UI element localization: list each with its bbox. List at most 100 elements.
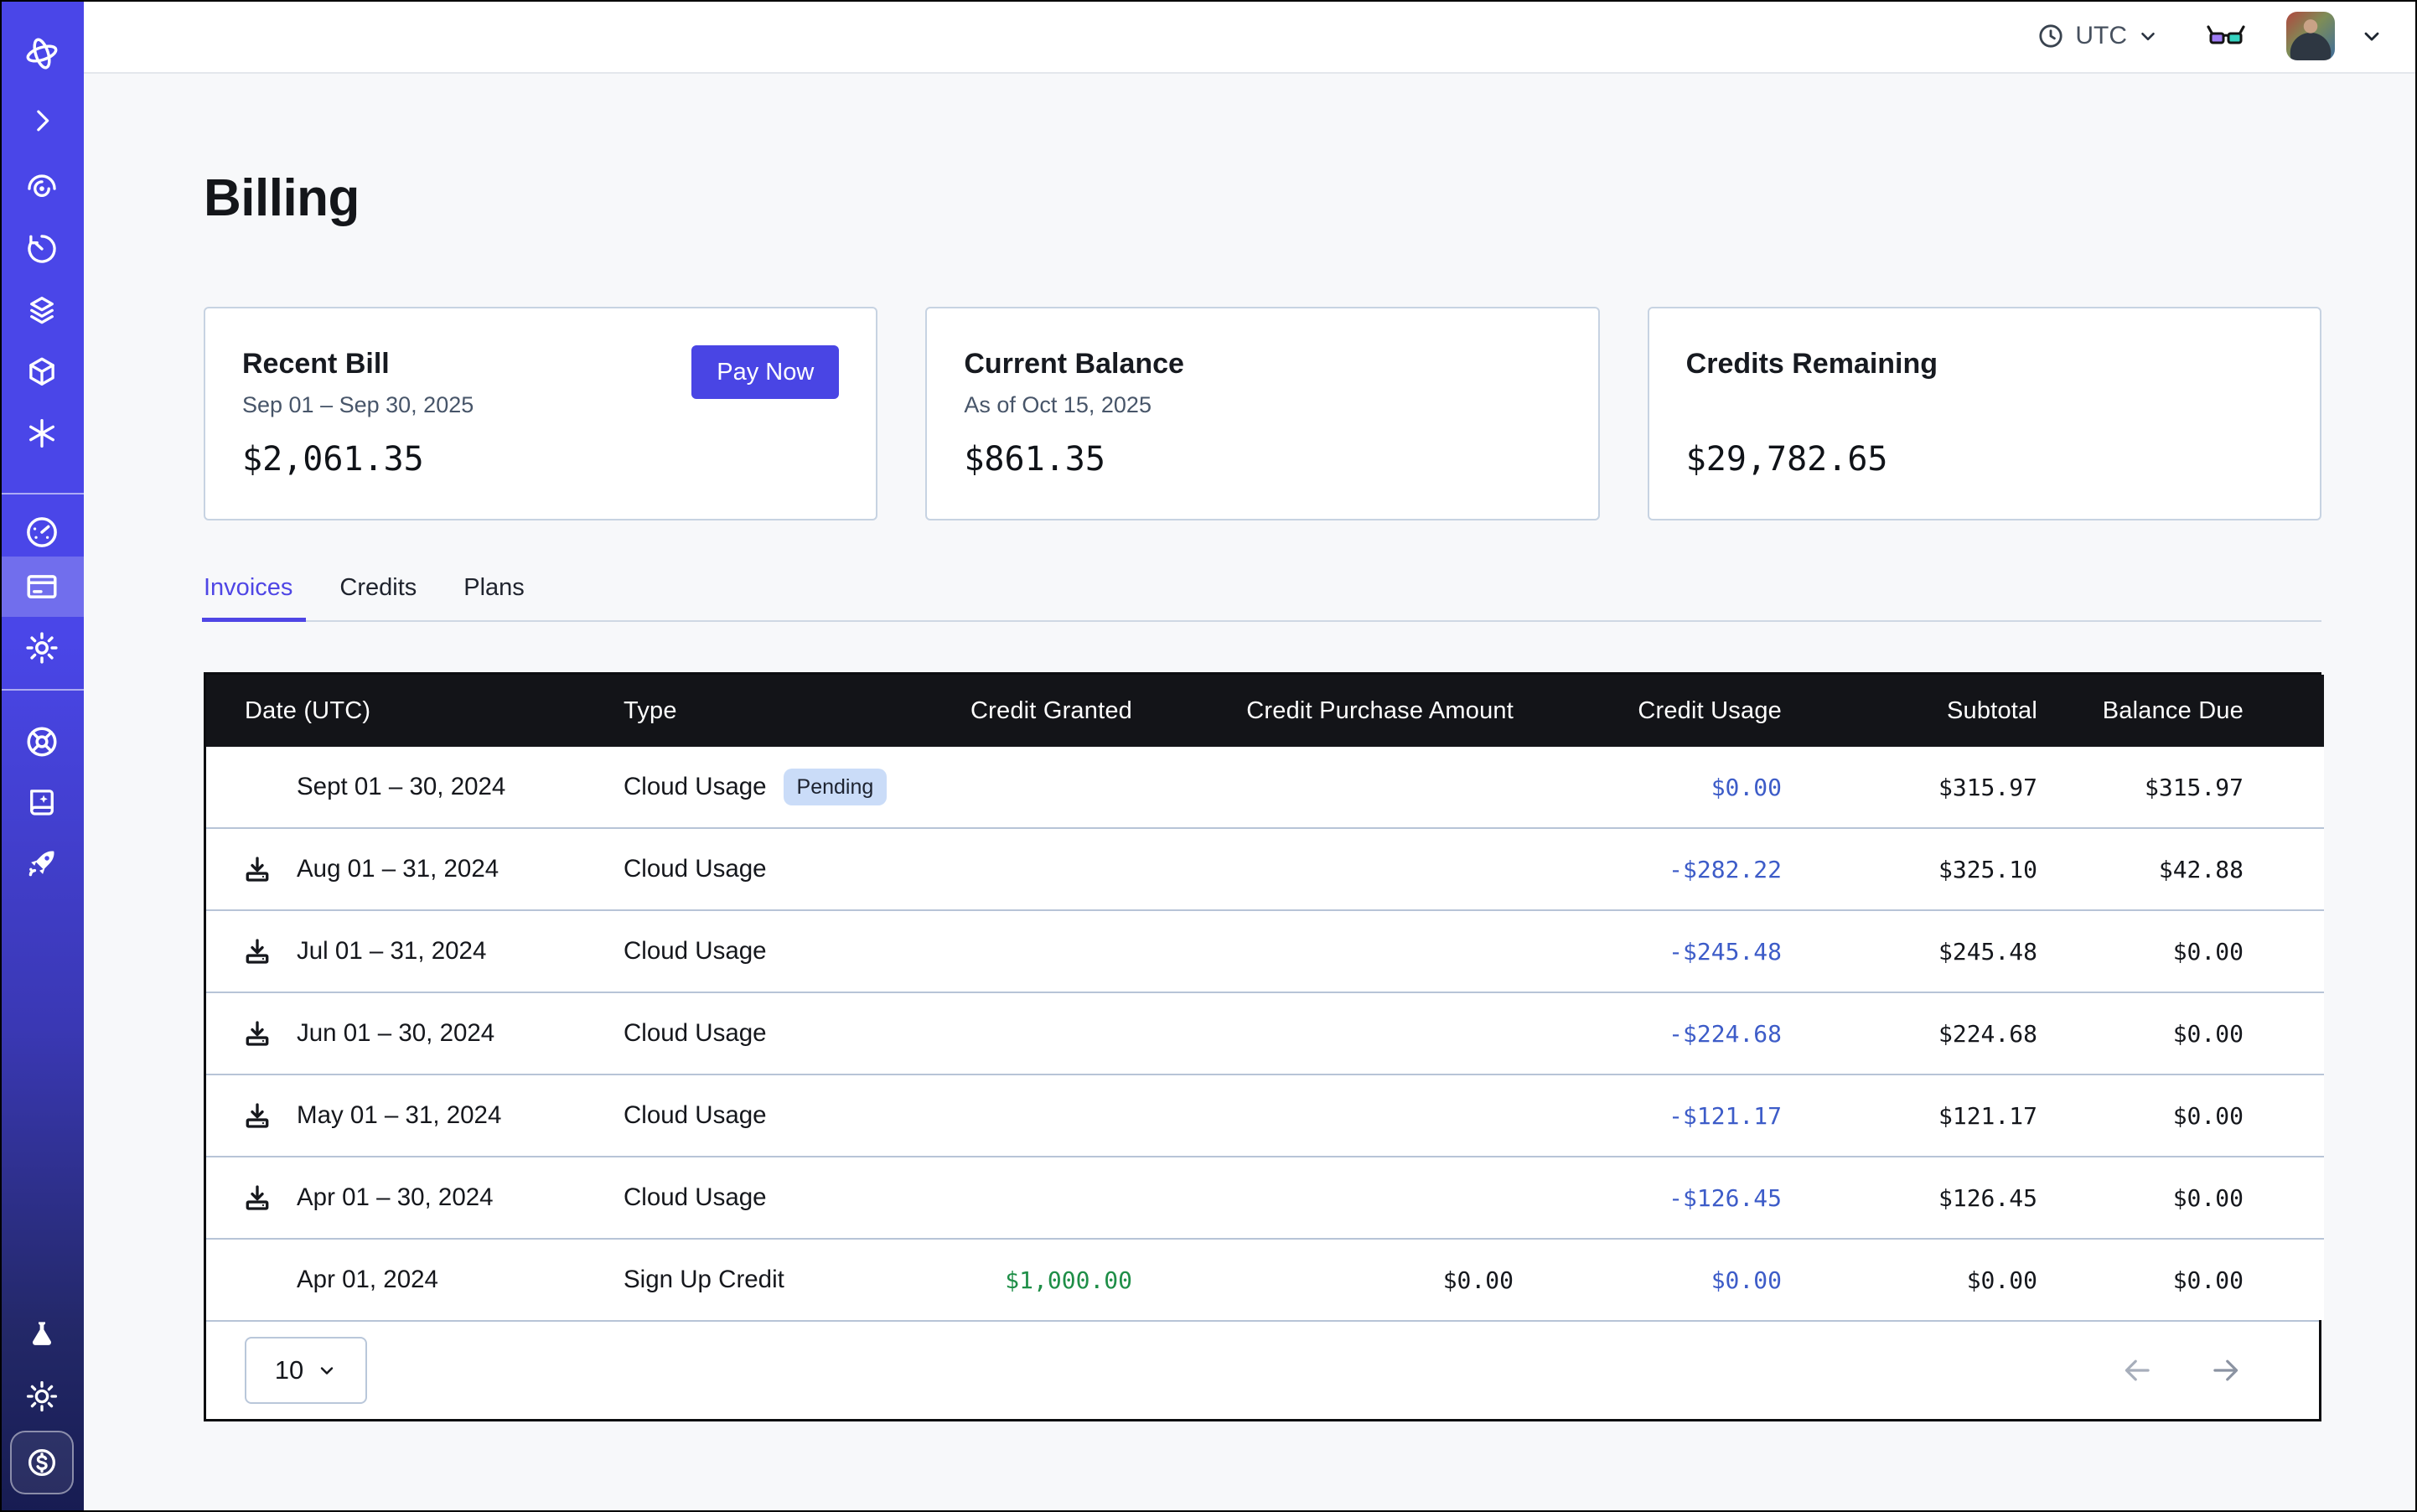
account-menu-chevron[interactable] [2360,24,2383,48]
page-size-select[interactable]: 10 [245,1337,367,1404]
credit-purchase-amount-cell [1132,910,1514,992]
current-balance-card: Current Balance As of Oct 15, 2025 $861.… [925,307,1599,520]
table-row: Aug 01 – 31, 2024Cloud Usage-$282.22$325… [206,828,2324,910]
chevron-right-icon [25,104,59,137]
invoice-type-cell: Cloud Usage [600,1157,935,1239]
credit-usage-cell: -$121.17 [1514,1074,1782,1157]
download-invoice-button[interactable] [241,853,273,885]
invoice-date: May 01 – 31, 2024 [297,1101,501,1130]
scan-eye-icon [24,169,60,205]
download-invoice-button[interactable] [241,935,273,967]
invoice-date-cell: May 01 – 31, 2024 [206,1074,600,1157]
avatar[interactable] [2286,12,2335,60]
table-row: Sept 01 – 30, 2024Cloud UsagePending$0.0… [206,747,2324,828]
invoice-type: Cloud Usage [624,773,767,801]
sidebar-item-rocket[interactable] [0,833,84,893]
sidebar-item-asterisk[interactable] [0,403,84,463]
column-header-credit-purchase-amount: Credit Purchase Amount [1132,675,1514,747]
timezone-selector[interactable]: UTC [2037,22,2159,50]
table-body: Sept 01 – 30, 2024Cloud UsagePending$0.0… [206,747,2324,1320]
credits-remaining-card: Credits Remaining $29,782.65 [1648,307,2321,520]
rewards-badge-box [10,1431,74,1494]
invoices-table: Date (UTC)TypeCredit GrantedCredit Purch… [206,675,2324,1320]
current-balance-amount: $861.35 [964,440,1560,479]
invoice-date: Jul 01 – 31, 2024 [297,937,486,966]
sidebar-item-labs-flask[interactable] [0,1304,84,1364]
sidebar-item-support-wheel[interactable] [0,712,84,772]
invoice-type: Cloud Usage [624,937,767,966]
sidebar-item-timer-history[interactable] [0,219,84,279]
credit-granted-cell [935,1157,1132,1239]
card-subtitle [1686,391,2283,420]
tab-invoices[interactable]: Invoices [204,574,292,620]
credit-granted-cell [935,1074,1132,1157]
invoice-date: Apr 01, 2024 [297,1266,438,1294]
sidebar-item-theme-sun[interactable] [0,1366,84,1427]
package-cube-icon [24,355,60,390]
chevron-down-icon [2137,25,2159,47]
arrow-right-icon [2208,1353,2244,1388]
recent-bill-card: Recent Bill Sep 01 – Sep 30, 2025 $2,061… [204,307,877,520]
subtotal-cell: $325.10 [1782,828,2037,910]
topbar-right-cluster: UTC [2037,0,2383,72]
balance-due-cell: $42.88 [2037,828,2324,910]
column-header-type: Type [600,675,935,747]
sidebar-item-settings-gear[interactable] [0,618,84,678]
download-invoice-button[interactable] [241,1017,273,1049]
invoice-type-cell: Cloud Usage Pending [600,747,935,828]
previous-page-button[interactable] [2119,1353,2155,1388]
invoice-type-cell: Cloud Usage [600,910,935,992]
sidebar-item-docs-book[interactable] [0,772,84,832]
subtotal-cell: $0.00 [1782,1239,2037,1320]
subtotal-cell: $121.17 [1782,1074,2037,1157]
arrow-left-icon [2119,1353,2155,1388]
page-size-value: 10 [275,1355,303,1385]
tab-credits[interactable]: Credits [339,574,417,620]
invoice-type: Cloud Usage [624,1019,767,1048]
next-page-button[interactable] [2208,1353,2244,1388]
3d-glasses-icon[interactable] [2206,23,2246,49]
support-wheel-icon [23,723,60,760]
table-row: Jul 01 – 31, 2024Cloud Usage-$245.48$245… [206,910,2324,992]
invoice-date-cell: Jun 01 – 30, 2024 [206,992,600,1074]
invoice-type: Sign Up Credit [624,1266,784,1294]
pay-now-button[interactable]: Pay Now [691,345,839,399]
settings-gear-icon [23,629,60,666]
sidebar-item-chevron-right[interactable] [0,91,84,151]
tab-plans[interactable]: Plans [463,574,525,620]
invoice-type: Cloud Usage [624,1183,767,1212]
status-badge: Pending [784,769,888,805]
balance-due-cell: $0.00 [2037,910,2324,992]
sidebar-item-package-cube[interactable] [0,342,84,402]
invoice-type-cell: Cloud Usage [600,992,935,1074]
download-icon [241,1182,273,1214]
sidebar-item-billing-card[interactable] [0,557,84,617]
download-icon [241,1100,273,1131]
sidebar-item-layers[interactable] [0,280,84,340]
sidebar-item-scan-eye[interactable] [0,157,84,217]
usage-gauge-icon [23,514,60,551]
rewards-dollar-icon [24,1445,60,1480]
credit-usage-cell: -$126.45 [1514,1157,1782,1239]
credit-granted-cell [935,828,1132,910]
download-invoice-button[interactable] [241,1182,273,1214]
sidebar-item-orbit-logo[interactable] [0,23,84,84]
card-title: Credits Remaining [1686,347,2283,381]
pager-arrows [2119,1353,2244,1388]
sidebar-item-usage-gauge[interactable] [0,502,84,562]
billing-tabs: Invoices Credits Plans [204,574,2321,622]
invoice-type-cell: Cloud Usage [600,1074,935,1157]
invoice-date-cell: Apr 01 – 30, 2024 [206,1157,600,1239]
layers-icon [24,293,60,328]
theme-sun-icon [24,1379,60,1414]
card-title: Current Balance [964,347,1560,381]
page-title: Billing [204,173,2321,225]
clock-icon [2037,22,2065,50]
chevron-down-icon [2360,24,2383,48]
table-row: Apr 01, 2024Sign Up Credit$1,000.00$0.00… [206,1239,2324,1320]
sidebar-item-rewards-dollar[interactable] [0,1432,84,1493]
credit-usage-cell: -$245.48 [1514,910,1782,992]
sidebar-divider [0,493,84,495]
credit-usage-cell: -$224.68 [1514,992,1782,1074]
download-invoice-button[interactable] [241,1100,273,1131]
